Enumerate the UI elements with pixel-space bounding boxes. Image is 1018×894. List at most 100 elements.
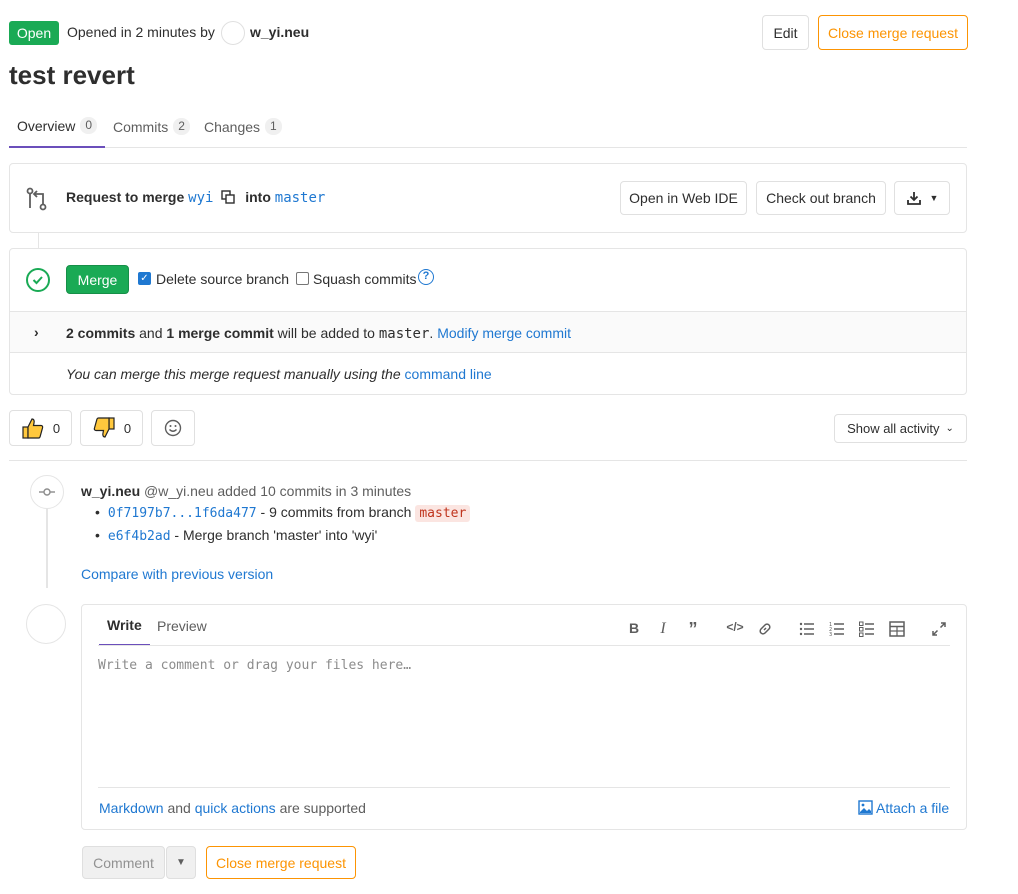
merge-commit-count: 1 merge commit — [166, 325, 274, 341]
commit-sha-link[interactable]: e6f4b2ad — [108, 529, 171, 544]
tab-label: Commits — [113, 118, 169, 135]
status-badge: Open — [9, 21, 59, 45]
source-branch[interactable]: wyi — [188, 190, 213, 206]
commit-message: - Merge branch 'master' into 'wyi' — [174, 527, 378, 543]
copy-icon[interactable] — [221, 190, 236, 204]
delete-source-branch-label[interactable]: Delete source branch — [156, 271, 289, 287]
branch-chip: master — [415, 505, 471, 522]
quick-actions-link[interactable]: quick actions — [195, 800, 276, 816]
svg-text:3: 3 — [829, 632, 832, 637]
image-icon — [858, 800, 873, 815]
squash-commits-checkbox[interactable] — [296, 272, 309, 285]
code-icon[interactable]: </> — [725, 620, 745, 634]
chevron-right-icon[interactable]: › — [34, 324, 39, 340]
and-text: and — [139, 325, 163, 341]
branch-summary: Request to merge wyi into master — [66, 189, 325, 206]
thumbs-down-button[interactable]: 0 — [80, 410, 143, 446]
commit-range-desc: - 9 commits from branch — [260, 504, 412, 520]
author-name[interactable]: w_yi.neu — [250, 24, 309, 40]
note-author[interactable]: w_yi.neu — [81, 483, 140, 499]
edit-button[interactable]: Edit — [762, 15, 809, 50]
tab-count: 2 — [173, 118, 190, 135]
tab-changes[interactable]: Changes 1 — [204, 105, 282, 148]
manual-merge-note: You can merge this merge request manuall… — [66, 366, 492, 382]
close-merge-request-button[interactable]: Close merge request — [818, 15, 968, 50]
thumbs-down-count: 0 — [123, 420, 132, 436]
author-avatar[interactable] — [221, 21, 245, 45]
tab-preview[interactable]: Preview — [157, 618, 207, 634]
add-reaction-button[interactable] — [151, 410, 195, 446]
tab-count: 0 — [80, 117, 98, 134]
squash-commits-label[interactable]: Squash commits — [313, 271, 416, 287]
merge-actions-row — [10, 249, 966, 312]
chevron-down-icon: ⌄ — [945, 423, 954, 434]
tab-count: 1 — [265, 118, 282, 135]
markdown-link[interactable]: Markdown — [99, 800, 164, 816]
list-item: • e6f4b2ad - Merge branch 'master' into '… — [95, 527, 378, 544]
thumbs-up-icon — [22, 418, 44, 439]
attach-file-button[interactable]: Attach a file — [858, 800, 949, 816]
link-icon[interactable] — [757, 621, 773, 637]
delete-source-branch-checkbox[interactable]: ✓ — [138, 272, 151, 285]
quote-icon[interactable]: ” — [683, 620, 703, 638]
check-out-branch-button[interactable]: Check out branch — [756, 181, 886, 215]
system-note: w_yi.neu @w_yi.neu added 10 commits in 3… — [81, 483, 411, 499]
editor-divider — [98, 645, 950, 646]
tab-write[interactable]: Write — [99, 613, 150, 646]
period: . — [429, 325, 434, 341]
request-label: Request to merge — [66, 189, 185, 205]
merge-button[interactable]: Merge — [66, 265, 129, 294]
bullet-list-icon[interactable] — [799, 621, 815, 637]
tab-overview[interactable]: Overview 0 — [9, 105, 105, 148]
commit-node-icon — [30, 475, 64, 509]
current-user-avatar[interactable] — [26, 604, 66, 644]
comment-editor — [81, 604, 967, 830]
compare-previous-version-link[interactable]: Compare with previous version — [81, 566, 273, 582]
table-icon[interactable] — [889, 621, 905, 637]
divider — [9, 460, 967, 461]
tab-label: Overview — [17, 117, 76, 134]
smiley-icon — [164, 419, 182, 437]
markdown-note: Markdown and quick actions are supported — [99, 800, 366, 816]
and-text: and — [167, 800, 191, 816]
close-merge-request-button-bottom[interactable]: Close merge request — [206, 846, 356, 879]
thumbs-down-icon — [93, 417, 115, 438]
mr-tabs: Overview 0 Commits 2 Changes 1 — [9, 105, 967, 148]
comment-button[interactable]: Comment — [82, 846, 165, 879]
thumbs-up-count: 0 — [52, 420, 61, 436]
comment-textarea[interactable]: Write a comment or drag your files here… — [98, 658, 411, 673]
bold-icon[interactable]: B — [624, 620, 644, 636]
italic-icon[interactable]: I — [653, 620, 673, 638]
target-branch[interactable]: master — [275, 190, 326, 206]
command-line-link[interactable]: command line — [405, 366, 492, 382]
manual-text: You can merge this merge request manuall… — [66, 366, 401, 382]
page-title: test revert — [9, 60, 135, 90]
modify-merge-commit-link[interactable]: Modify merge commit — [437, 325, 571, 341]
connector-line — [38, 233, 39, 249]
added-text: will be added to — [277, 325, 375, 341]
task-list-icon[interactable] — [859, 621, 875, 637]
commits-summary: 2 commits and 1 merge commit will be add… — [66, 325, 571, 342]
download-dropdown-button[interactable]: ▼ — [894, 181, 950, 215]
numbered-list-icon[interactable]: 123 — [829, 621, 845, 637]
open-web-ide-button[interactable]: Open in Web IDE — [620, 181, 747, 215]
chevron-down-icon: ▼ — [929, 193, 939, 203]
list-item: • 0f7197b7...1f6da477 - 9 commits from br… — [95, 504, 471, 522]
commits-count: 2 commits — [66, 325, 136, 341]
show-all-activity-dropdown[interactable]: Show all activity ⌄ — [834, 414, 967, 443]
commit-range-link[interactable]: 0f7197b7...1f6da477 — [108, 506, 257, 521]
merge-request-icon — [26, 187, 47, 211]
note-action: added 10 commits in 3 minutes — [217, 483, 412, 499]
into-label: into — [245, 189, 271, 205]
help-icon[interactable]: ? — [418, 269, 434, 285]
fullscreen-icon[interactable] — [931, 621, 947, 637]
thumbs-up-button[interactable]: 0 — [9, 410, 72, 446]
tab-commits[interactable]: Commits 2 — [113, 105, 190, 148]
comment-type-dropdown[interactable]: ▼ — [166, 846, 196, 879]
tab-label: Changes — [204, 118, 261, 135]
attach-label: Attach a file — [876, 800, 950, 816]
caret-down-icon: ▼ — [176, 857, 186, 868]
target-branch-inline: master — [378, 326, 430, 342]
note-handle[interactable]: @w_yi.neu — [144, 483, 213, 499]
activity-label: Show all activity — [847, 421, 940, 436]
